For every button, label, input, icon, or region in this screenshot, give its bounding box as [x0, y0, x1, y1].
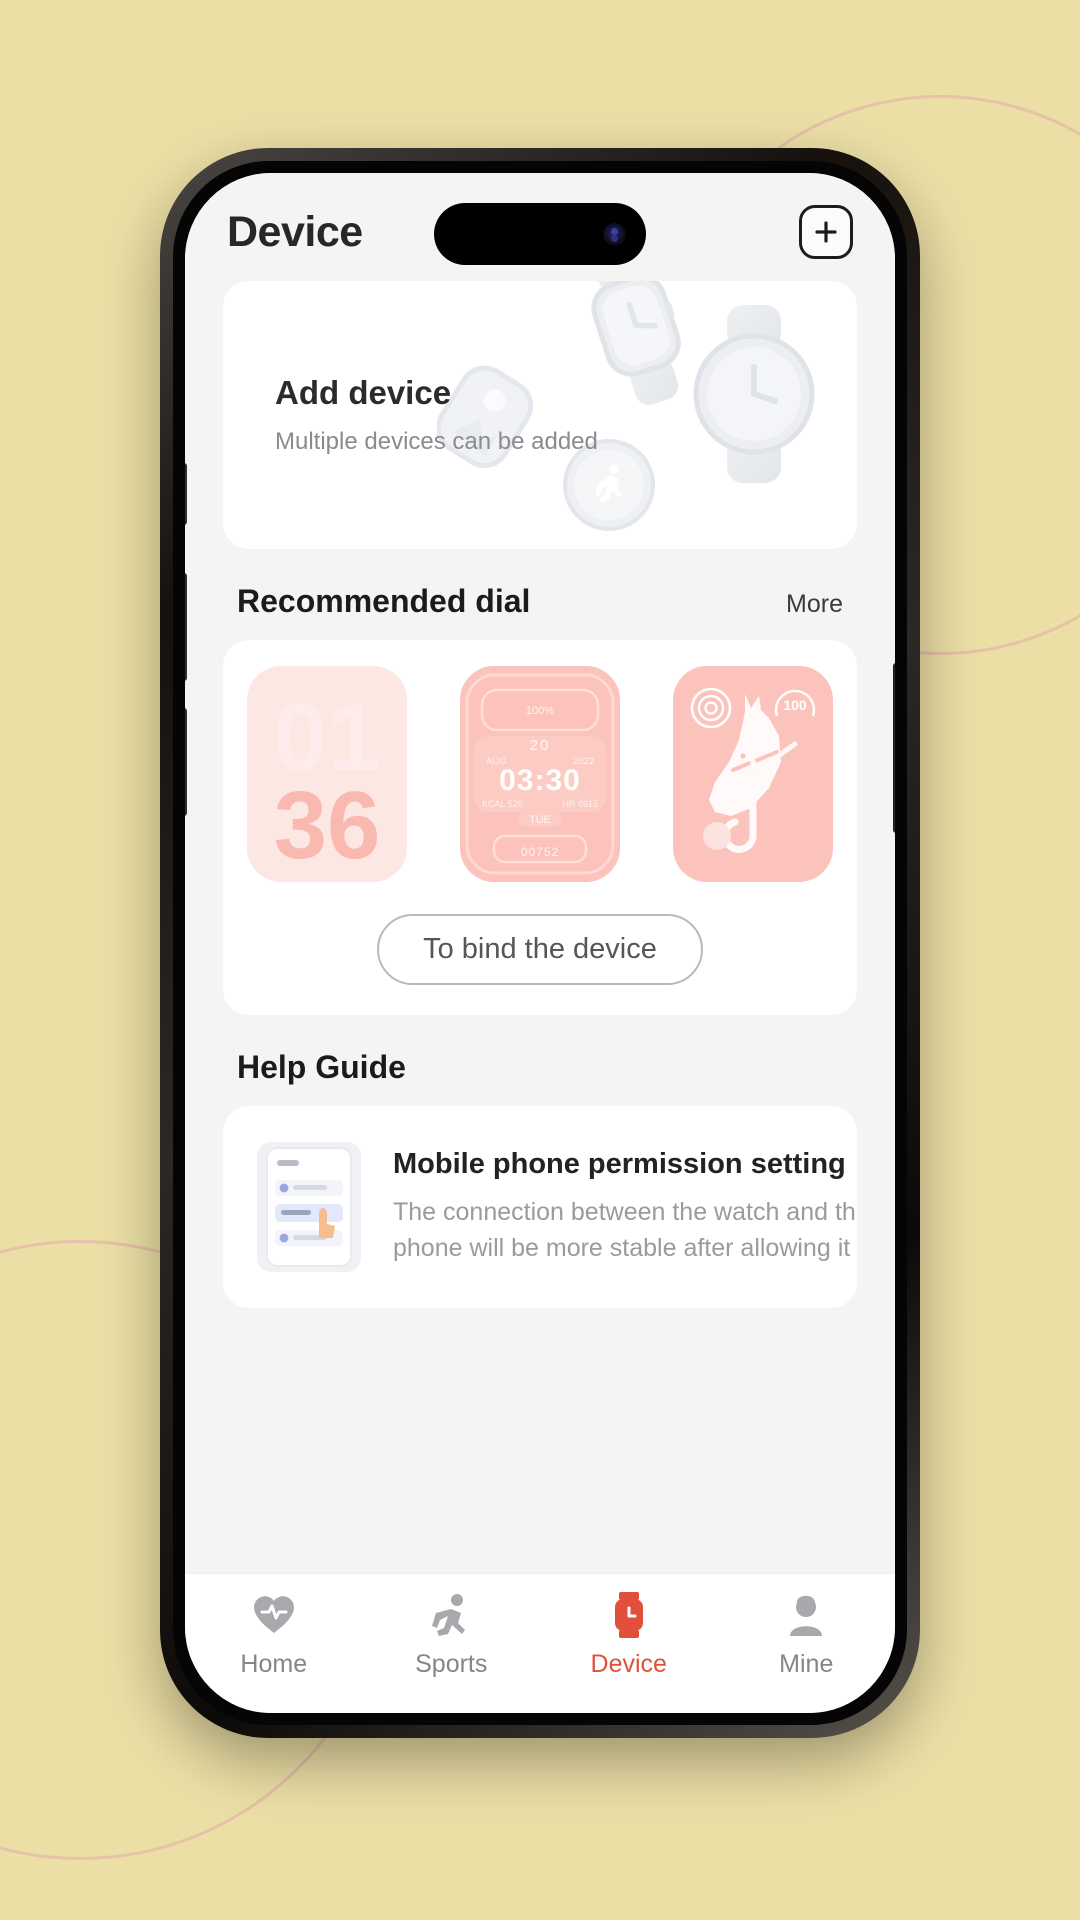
tab-mine-label: Mine — [779, 1650, 834, 1678]
dial-day-number: 20 — [530, 737, 551, 754]
help-guide-thumbnail — [257, 1142, 361, 1272]
add-device-button[interactable] — [799, 205, 853, 259]
front-camera-icon — [603, 222, 626, 246]
add-device-card[interactable]: Add device Multiple devices can be added — [223, 281, 857, 549]
watch-icon — [612, 1592, 646, 1638]
dial-hr: HR 0915 — [562, 799, 598, 809]
dial-battery: 100% — [526, 705, 554, 717]
person-icon — [786, 1592, 826, 1638]
device-illustration — [437, 281, 815, 531]
dial-thumbnail-digital-data[interactable]: 100% 20 AUG 2022 03:30 KCAL 520 HR 0915 … — [460, 666, 620, 882]
plus-icon — [815, 221, 837, 243]
scroll-content: Add device Multiple devices can be added — [185, 281, 895, 1573]
dial-line2: 36 — [274, 772, 381, 879]
dial-thumbnail-horse-analog[interactable]: 100 — [673, 666, 833, 882]
help-guide-header: Help Guide — [223, 1015, 857, 1106]
volume-down-button[interactable] — [185, 708, 187, 816]
heart-pulse-icon — [252, 1592, 296, 1638]
tab-sports[interactable]: Sports — [363, 1592, 541, 1679]
help-guide-item-title: Mobile phone permission setting — [393, 1148, 846, 1180]
bind-button-wrapper: To bind the device — [247, 914, 833, 985]
add-device-subtitle: Multiple devices can be added — [275, 428, 598, 455]
dial-steps: 00752 — [521, 845, 559, 859]
page-title: Device — [227, 207, 363, 256]
tab-home-label: Home — [240, 1650, 308, 1678]
phone-frame: Device Add device Multiple devices can b… — [160, 148, 920, 1738]
recommended-dial-card: 01 36 100% 20 AUG 2022 03:30 KCAL 520 HR… — [223, 640, 857, 1015]
dial-kcal: KCAL 520 — [482, 799, 523, 809]
volume-up-button[interactable] — [185, 573, 187, 681]
dial-thumbnail-row: 01 36 100% 20 AUG 2022 03:30 KCAL 520 HR… — [247, 666, 833, 882]
recommended-dial-more-link[interactable]: More — [786, 590, 843, 619]
silent-switch[interactable] — [185, 463, 187, 525]
help-guide-texts: Mobile phone permission setting The conn… — [393, 1148, 857, 1266]
tab-device-label: Device — [590, 1650, 667, 1678]
dynamic-island — [434, 203, 646, 265]
to-bind-the-device-button[interactable]: To bind the device — [377, 914, 703, 985]
phone-screen: Device Add device Multiple devices can b… — [185, 173, 895, 1713]
help-guide-item[interactable]: Mobile phone permission setting The conn… — [223, 1106, 857, 1308]
digital-data-dial-graphic: 100% 20 AUG 2022 03:30 KCAL 520 HR 0915 … — [465, 673, 615, 875]
tab-home[interactable]: Home — [185, 1592, 363, 1679]
add-device-title: Add device — [275, 374, 452, 411]
dial-time: 03:30 — [499, 764, 581, 797]
recommended-dial-title: Recommended dial — [237, 583, 531, 619]
tab-mine[interactable]: Mine — [718, 1592, 896, 1679]
runner-icon — [431, 1592, 471, 1638]
dial-badge: 100 — [783, 697, 807, 713]
big-numerals-dial-graphic: 01 36 — [274, 684, 381, 879]
power-button[interactable] — [893, 663, 895, 833]
permission-screen-icon — [266, 1147, 352, 1267]
tab-sports-label: Sports — [415, 1650, 488, 1678]
ripple-icon — [690, 687, 732, 729]
recommended-dial-header: Recommended dial More — [223, 549, 857, 640]
horse-analog-dial-graphic: 100 — [690, 687, 816, 853]
help-guide-title: Help Guide — [237, 1049, 406, 1085]
dial-weekday: TUE — [529, 814, 551, 826]
gauge-icon: 100 — [774, 689, 816, 717]
dial-thumbnail-big-numerals[interactable]: 01 36 — [247, 666, 407, 882]
tab-device[interactable]: Device — [540, 1592, 718, 1679]
help-guide-item-description: The connection between the watch and the… — [393, 1198, 857, 1262]
phone-bezel: Device Add device Multiple devices can b… — [173, 161, 907, 1725]
